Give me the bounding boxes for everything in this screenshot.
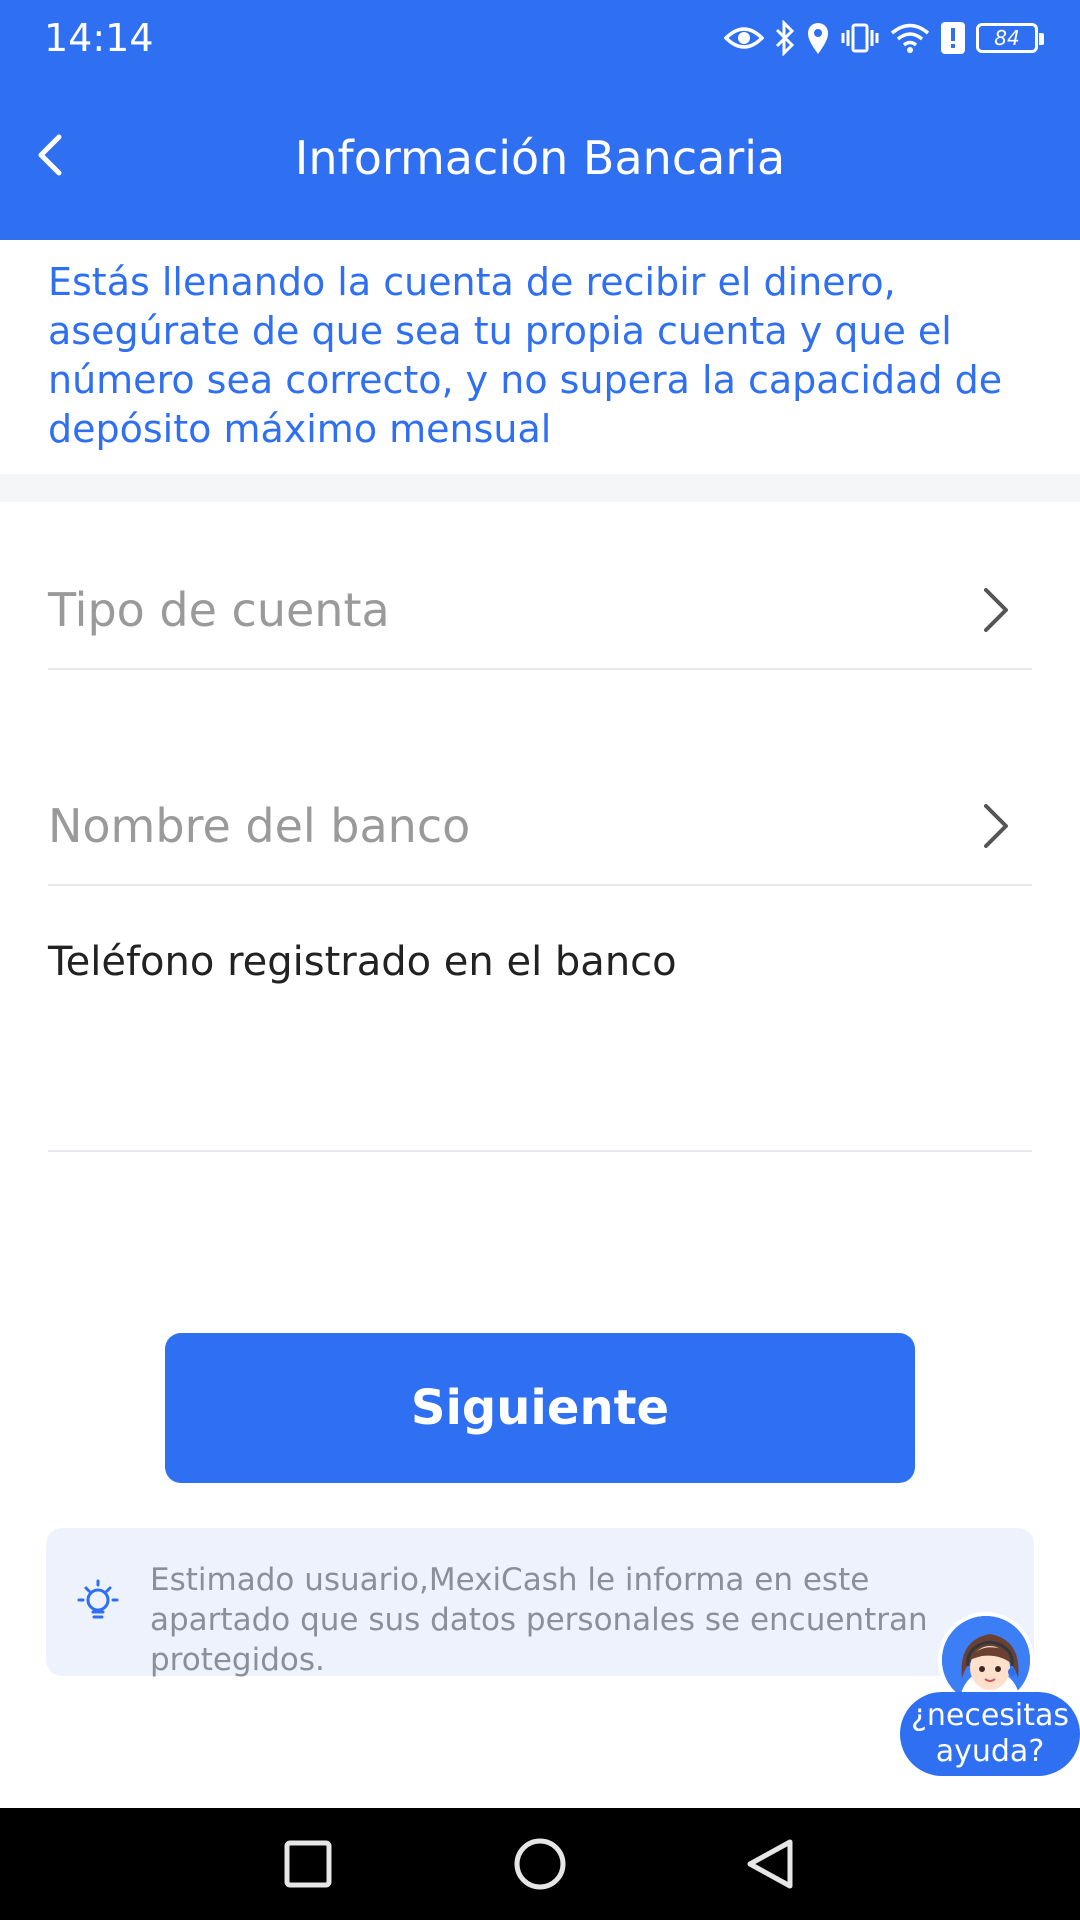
notice-text: Estás llenando la cuenta de recibir el d… xyxy=(48,260,1003,451)
bank-info-screen: 14:14 84 Información Bancaria Estás llen… xyxy=(0,0,1080,1920)
privacy-info-box: Estimado usuario,MexiCash le informa en … xyxy=(46,1528,1034,1678)
battery-icon: 84 xyxy=(976,23,1044,53)
next-button[interactable]: Siguiente xyxy=(165,1333,915,1483)
header: 14:14 84 Información Bancaria xyxy=(0,0,1080,240)
home-icon[interactable] xyxy=(510,1836,570,1892)
bank-name-selector[interactable]: Nombre del banco xyxy=(48,776,1032,886)
status-icons: 84 xyxy=(724,16,1044,60)
bluetooth-icon xyxy=(775,20,795,56)
chevron-right-icon xyxy=(984,588,1008,632)
phone-label: Teléfono registrado en el banco xyxy=(48,939,677,985)
vibrate-icon xyxy=(841,23,879,53)
chevron-right-icon xyxy=(984,804,1008,848)
location-icon xyxy=(808,23,828,54)
wifi-icon xyxy=(890,23,930,53)
phone-input[interactable] xyxy=(48,1022,1032,1132)
phone-row: Teléfono registrado en el banco xyxy=(48,926,1032,1152)
system-nav-bar xyxy=(0,1808,1080,1920)
eye-icon xyxy=(724,27,764,49)
bank-name-placeholder: Nombre del banco xyxy=(48,799,471,853)
battery-cap xyxy=(1039,33,1044,45)
recent-apps-icon[interactable] xyxy=(278,1836,338,1892)
alert-icon xyxy=(941,22,965,54)
back-icon[interactable] xyxy=(740,1836,800,1892)
lightbulb-icon xyxy=(77,1579,119,1619)
privacy-info-text: Estimado usuario,MexiCash le informa en … xyxy=(150,1562,928,1678)
account-type-selector[interactable]: Tipo de cuenta xyxy=(48,560,1032,670)
help-button[interactable]: ¿necesitas ayuda? xyxy=(900,1612,1080,1780)
battery-level: 84 xyxy=(994,26,1020,50)
page-title: Información Bancaria xyxy=(294,131,786,185)
help-label-line2: ayuda? xyxy=(935,1734,1045,1769)
section-divider xyxy=(0,474,1080,502)
status-time: 14:14 xyxy=(44,16,154,60)
help-label-line1: ¿necesitas xyxy=(910,1698,1070,1733)
account-type-placeholder: Tipo de cuenta xyxy=(48,583,390,637)
help-label: ¿necesitas ayuda? xyxy=(900,1692,1080,1776)
